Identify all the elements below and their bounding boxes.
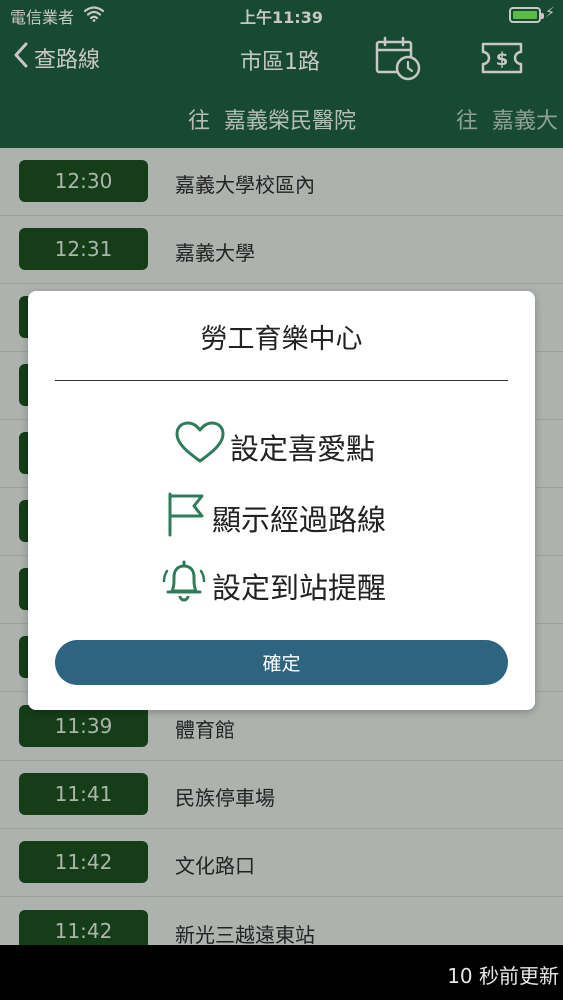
- set-favorite-label: 設定喜愛點: [230, 431, 376, 466]
- arrival-alert-label: 設定到站提醒: [212, 570, 387, 605]
- confirm-button[interactable]: 確定: [55, 640, 508, 685]
- heart-icon: [174, 421, 226, 472]
- show-route-option[interactable]: 顯示經過路線: [164, 491, 386, 544]
- last-updated-label: 10 秒前更新: [447, 964, 559, 988]
- dialog-title: 勞工育樂中心: [200, 324, 363, 355]
- flag-icon: [164, 491, 208, 544]
- arrival-alert-option[interactable]: 設定到站提醒: [160, 559, 386, 612]
- stop-options-dialog: 勞工育樂中心 設定喜愛點 顯示經過路線 設定到站提醒 確定: [28, 291, 535, 710]
- show-route-label: 顯示經過路線: [212, 502, 387, 537]
- update-bar: 10 秒前更新: [0, 945, 563, 1000]
- dialog-divider: [55, 380, 508, 381]
- set-favorite-option[interactable]: 設定喜愛點: [174, 421, 375, 472]
- bell-icon: [160, 559, 208, 612]
